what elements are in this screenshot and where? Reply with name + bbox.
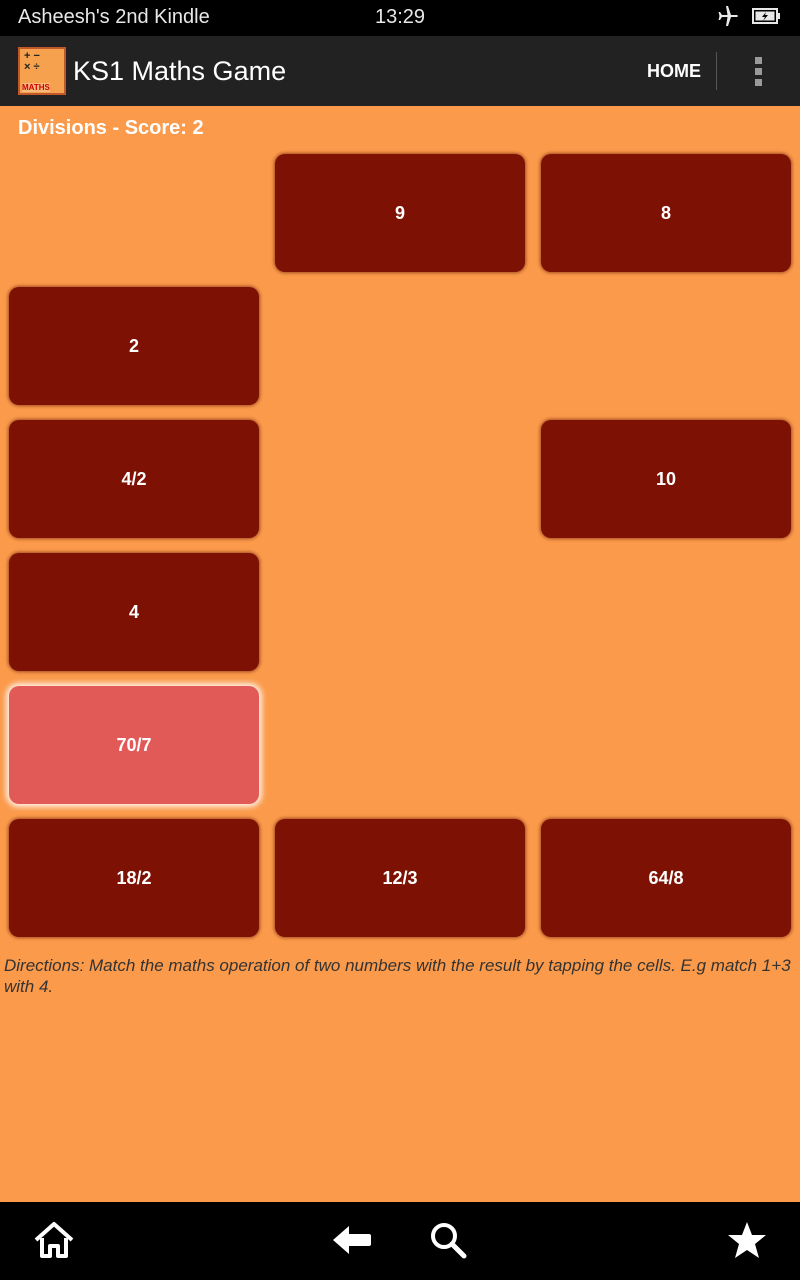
status-icons	[716, 5, 782, 31]
app-logo-icon: + − × ÷ MATHS	[18, 47, 66, 95]
action-bar: + − × ÷ MATHS KS1 Maths Game HOME	[0, 36, 800, 106]
airplane-mode-icon	[716, 5, 740, 32]
grid-cell[interactable]: 4/2	[9, 420, 259, 538]
grid-cell[interactable]: 12/3	[275, 819, 525, 937]
back-icon[interactable]	[328, 1216, 376, 1264]
home-icon[interactable]	[30, 1216, 78, 1264]
grid-cell[interactable]: 4	[9, 553, 259, 671]
grid-cell[interactable]: 64/8	[541, 819, 791, 937]
app-title: KS1 Maths Game	[73, 56, 287, 86]
status-bar: Asheesh's 2nd Kindle 13:29	[0, 0, 800, 36]
grid-cell-selected[interactable]: 70/7	[9, 686, 259, 804]
directions-text: Directions: Match the maths operation of…	[4, 956, 791, 996]
grid-cell[interactable]: 9	[275, 154, 525, 272]
status-time: 13:29	[374, 6, 426, 28]
grid-cell[interactable]: 18/2	[9, 819, 259, 937]
battery-charging-icon	[752, 7, 782, 30]
home-button[interactable]: HOME	[636, 36, 712, 106]
app-icon-label: MATHS	[22, 83, 50, 92]
score-label: Divisions - Score: 2	[18, 117, 204, 139]
grid-cell[interactable]: 8	[541, 154, 791, 272]
math-operators-icon: + − × ÷	[24, 50, 40, 73]
favorites-star-icon[interactable]	[723, 1216, 771, 1264]
action-bar-divider	[716, 52, 717, 90]
search-icon[interactable]	[424, 1216, 472, 1264]
overflow-menu-icon[interactable]	[740, 36, 776, 106]
navigation-bar	[0, 1202, 800, 1280]
grid-cell[interactable]: 2	[9, 287, 259, 405]
grid-cell[interactable]: 10	[541, 420, 791, 538]
